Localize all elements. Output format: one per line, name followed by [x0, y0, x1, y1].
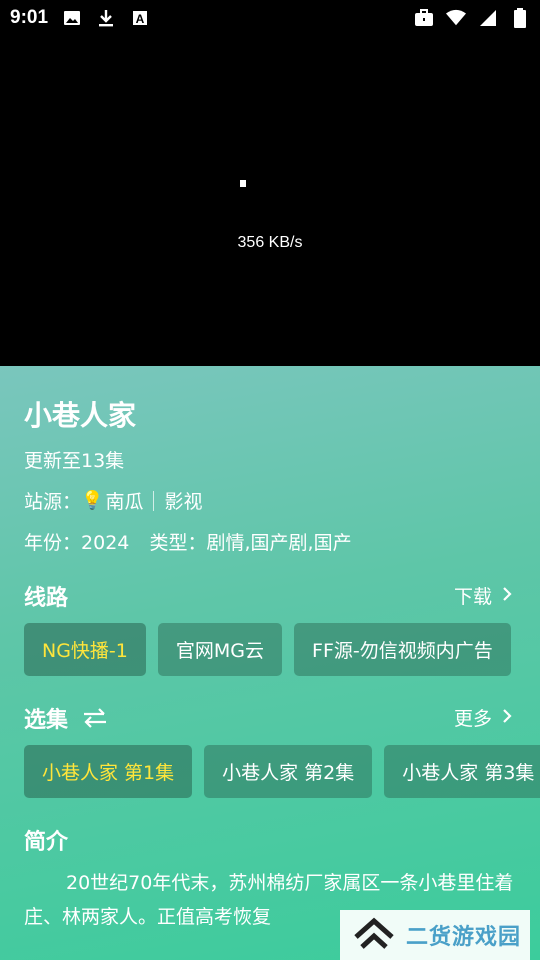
year-label: 年份： [24, 532, 82, 554]
more-episodes-button[interactable]: 更多 [454, 704, 512, 731]
source-name[interactable]: 南瓜 [105, 487, 143, 514]
loading-indicator [240, 180, 246, 187]
route-list: NG快播-1 官网MG云 FF源-勿信视频内广告 [24, 623, 511, 676]
details-panel: 小巷人家 更新至13集 站源： 💡 南瓜 影视 年份：2024 类型：剧情,国产… [0, 366, 540, 960]
genre-label: 类型： [149, 532, 207, 554]
meta-info: 年份：2024 类型：剧情,国产剧,国产 [24, 528, 352, 555]
episode-chip[interactable]: 小巷人家 第1集 [24, 745, 193, 798]
download-label: 下载 [453, 586, 492, 608]
keyboard-a-icon: A [130, 8, 150, 28]
chevron-right-icon [502, 585, 512, 607]
episode-chip[interactable]: 小巷人家 第2集 [204, 745, 373, 798]
source-type: 影视 [164, 491, 203, 513]
routes-title: 线路 [24, 586, 69, 611]
download-icon [96, 8, 116, 28]
episode-list: 小巷人家 第1集 小巷人家 第2集 小巷人家 第3集 [24, 745, 540, 798]
battery-icon [510, 8, 530, 28]
show-title: 小巷人家 [24, 399, 137, 432]
year-value: 2024 [81, 532, 130, 554]
status-bar: 9:01 A [0, 0, 540, 36]
chevron-right-icon [502, 707, 512, 729]
more-label: 更多 [453, 708, 492, 730]
logo-icon [352, 915, 396, 955]
download-button[interactable]: 下载 [454, 582, 512, 609]
briefcase-icon [414, 8, 434, 28]
intro-title: 简介 [24, 830, 69, 855]
episodes-title-label: 选集 [24, 708, 69, 733]
genre-value: 剧情,国产剧,国产 [206, 532, 352, 554]
download-speed: 356 KB/s [237, 234, 303, 251]
route-chip[interactable]: FF源-勿信视频内广告 [294, 623, 511, 676]
svg-text:A: A [136, 12, 145, 26]
episode-chip[interactable]: 小巷人家 第3集 [384, 745, 540, 798]
lightbulb-icon: 💡 [81, 490, 104, 511]
divider [153, 490, 155, 511]
image-icon [62, 8, 82, 28]
video-player[interactable]: 356 KB/s [0, 0, 540, 366]
sort-swap-icon[interactable] [82, 708, 108, 728]
watermark: 二货游戏园 [340, 910, 530, 960]
route-chip[interactable]: NG快播-1 [24, 623, 146, 676]
episodes-title: 选集 [24, 702, 108, 734]
source-info: 站源： 💡 南瓜 影视 [24, 487, 202, 514]
status-time: 9:01 [10, 7, 49, 28]
route-chip[interactable]: 官网MG云 [157, 623, 283, 676]
source-label: 站源： [24, 491, 82, 513]
watermark-text: 二货游戏园 [406, 925, 522, 950]
signal-icon [478, 8, 498, 28]
wifi-icon [446, 8, 466, 28]
update-status: 更新至13集 [24, 450, 125, 472]
